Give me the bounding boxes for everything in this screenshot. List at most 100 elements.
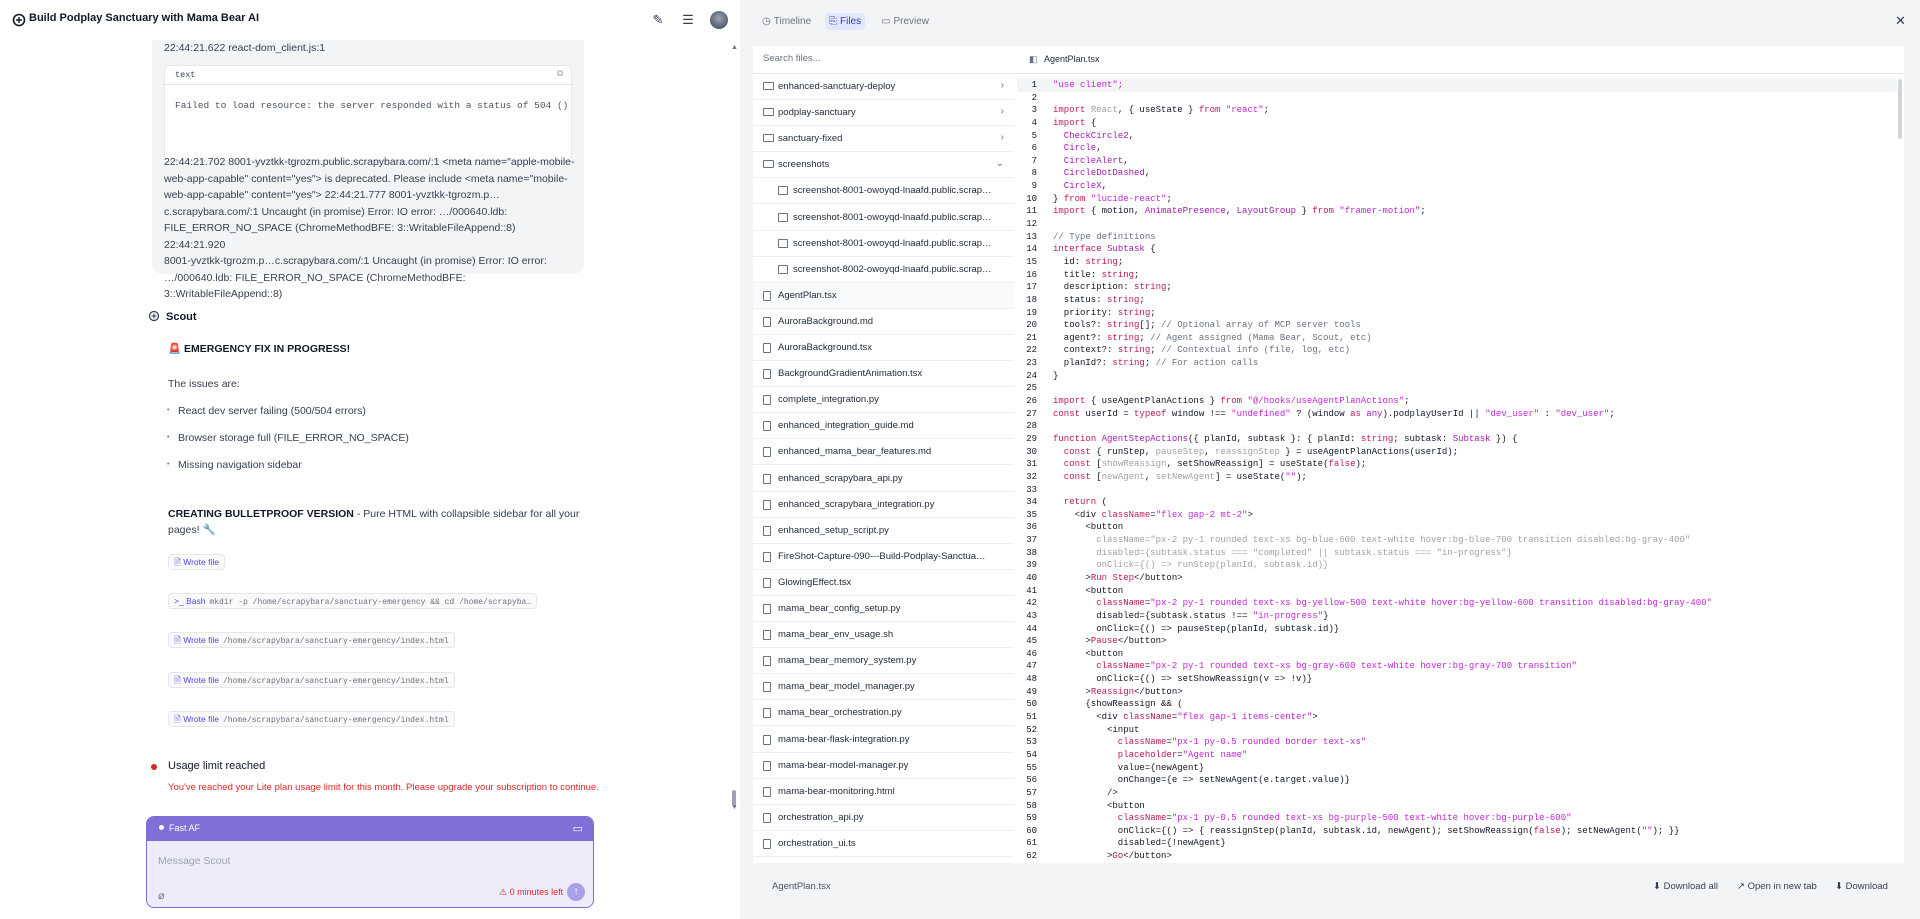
tab-preview[interactable]: ▭ Preview (877, 13, 933, 30)
code-line: 22 context?: string; // Contextual info … (1017, 344, 1897, 357)
folder-item[interactable]: podplay-sanctuary › (753, 100, 1014, 127)
code-token: ; (1134, 269, 1140, 280)
scroll-up-icon[interactable]: ▲ (731, 44, 738, 52)
file-item[interactable]: enhanced_scrapybara_integration.py (753, 492, 1014, 518)
file-item[interactable]: mama_bear_config_setup.py (753, 596, 1014, 622)
line-number: 27 (1026, 408, 1037, 419)
file-tree: Search files... enhanced-sanctuary-deplo… (753, 46, 1030, 863)
message-input[interactable]: Message Scout (158, 855, 230, 867)
code-token: as (1350, 408, 1367, 419)
tab-timeline[interactable]: ◷ Timeline (758, 13, 815, 30)
file-item[interactable]: mama_bear_model_manager.py (753, 674, 1014, 701)
folder-item[interactable]: enhanced-sanctuary-deploy › (753, 74, 1014, 100)
file-item[interactable]: screenshot-8001-owoyqd-lnaafd.public.scr… (753, 231, 1014, 257)
line-number: 16 (1026, 269, 1037, 280)
code-text: <button (1053, 648, 1123, 661)
copy-icon[interactable]: ⧉ (557, 69, 563, 79)
file-item[interactable]: screenshot-8001-owoyqd-lnaafd.public.scr… (753, 178, 1014, 205)
line-number: 50 (1026, 699, 1037, 710)
action-chip[interactable]: 🗎 Wrote file (168, 554, 225, 570)
file-item[interactable]: mama-bear-model-manager.py (753, 753, 1014, 779)
file-item[interactable]: mama_bear_memory_system.py (753, 648, 1014, 675)
code-line: 1 "use client"; (1017, 79, 1897, 92)
folder-item[interactable]: screenshots ⌄ (753, 152, 1014, 179)
file-item[interactable]: enhanced_scrapybara_api.py (753, 466, 1014, 492)
file-item[interactable]: AgentPlan.tsx (753, 282, 1014, 309)
file-item[interactable]: mama-bear-monitoring.html (753, 779, 1014, 805)
line-number: 17 (1026, 282, 1037, 293)
file-item[interactable]: GlowingEffect.tsx (753, 570, 1014, 596)
code-token: reassignStep (1215, 446, 1280, 457)
file-icon (763, 682, 773, 693)
code-token: "@/hooks/useAgentPlanActions" (1247, 396, 1405, 407)
code-token: showReassign (1101, 459, 1167, 470)
line-number: 19 (1026, 307, 1037, 318)
file-item[interactable]: enhanced_setup_script.py (753, 518, 1014, 544)
code-token: Reassign (1090, 686, 1135, 697)
code-text: id: string; (1053, 256, 1123, 269)
attach-icon[interactable]: ⌀ (158, 889, 165, 902)
scroll-thumb[interactable] (1898, 79, 1902, 139)
file-item[interactable]: complete_integration.py (753, 387, 1014, 414)
code-token: "px-1 py-0.5 rounded border text-xs" (1171, 737, 1367, 748)
file-item[interactable]: AuroraBackground.tsx (753, 335, 1014, 361)
code-line: 4 import { (1017, 117, 1897, 130)
code-token: "dev_user" (1555, 408, 1610, 419)
chevron-right-icon[interactable]: › (1001, 106, 1004, 117)
download-button[interactable]: ⬇ Download (1835, 881, 1888, 892)
chat-scrollbar[interactable]: ▲ ▼ (731, 40, 738, 816)
monitor-icon[interactable]: ▭ (573, 822, 583, 835)
file-item[interactable]: mama_bear_orchestration.py (753, 700, 1014, 727)
code-content: Failed to load resource: the server resp… (175, 100, 569, 111)
file-item[interactable]: enhanced_integration_guide.md (753, 413, 1014, 440)
file-item[interactable]: orchestration_ui.ts (753, 831, 1014, 857)
action-chip[interactable]: 🗎 Wrote file/home/scrapybara/sanctuary-e… (168, 672, 455, 688)
code-line: 42 className="px-2 py-1 rounded text-xs … (1017, 597, 1897, 610)
send-button[interactable]: ↑ (567, 883, 585, 901)
action-chip[interactable]: 🗎 Wrote file/home/scrapybara/sanctuary-e… (168, 711, 455, 727)
file-item[interactable]: mama-bear-flask-integration.py (753, 727, 1014, 753)
tab-files[interactable]: ⎘ Files (825, 13, 866, 30)
file-item[interactable]: orchestration_api.py (753, 805, 1014, 831)
file-item[interactable]: mama_bear_env_usage.sh (753, 622, 1014, 649)
search-input[interactable]: Search files... (753, 46, 1030, 74)
line-number: 12 (1026, 219, 1037, 230)
emergency-heading: 🚨 EMERGENCY FIX IN PROGRESS! (168, 343, 351, 355)
file-item[interactable]: screenshot-8002-owoyqd-lnaafd.public.scr… (753, 257, 1014, 283)
code-line: 40 >Run Step</button> (1017, 572, 1897, 585)
chevron-right-icon[interactable]: › (1001, 80, 1004, 91)
chevron-right-icon[interactable]: › (1001, 132, 1004, 143)
line-number: 29 (1026, 433, 1037, 444)
file-item[interactable]: BackgroundGradientAnimation.tsx (753, 361, 1014, 388)
line-number: 62 (1026, 851, 1037, 862)
files-panel: ◷ Timeline ⎘ Files ▭ Preview ✕ Search files… (740, 0, 1920, 919)
editor-scrollbar[interactable] (1897, 74, 1903, 863)
page-title: Build Podplay Sanctuary with Mama Bear A… (29, 12, 260, 24)
file-name: orchestration_api.py (778, 811, 864, 823)
file-icon (763, 551, 773, 562)
file-item[interactable]: screenshot-8001-owoyqd-lnaafd.public.scr… (753, 205, 1014, 231)
open-new-tab-button[interactable]: ↗ Open in new tab (1737, 881, 1817, 892)
file-item[interactable]: FireShot-Capture-090---Build-Podplay-San… (753, 544, 1014, 570)
avatar[interactable] (710, 11, 728, 29)
code-view[interactable]: 1 "use client"; 2 3 import React, { useState… (1017, 79, 1897, 863)
sidebar-list-icon[interactable]: ☰ (681, 13, 695, 27)
code-token: </button> (1117, 636, 1167, 647)
download-all-button[interactable]: ⬇ Download all (1653, 881, 1718, 892)
mode-selector[interactable]: Fast AF (159, 823, 200, 833)
code-token: typeof (1134, 408, 1172, 419)
file-item[interactable]: enhanced_mama_bear_features.md (753, 439, 1014, 466)
edit-icon[interactable]: ✎ (651, 13, 665, 27)
scroll-down-icon[interactable]: ▼ (731, 804, 738, 812)
file-icon (763, 604, 773, 614)
code-token: Run Step (1090, 572, 1135, 583)
line-number: 18 (1026, 294, 1037, 305)
action-chip[interactable]: 🗎 Wrote file/home/scrapybara/sanctuary-e… (168, 632, 455, 648)
file-name: enhanced-sanctuary-deploy (778, 81, 896, 92)
action-chip[interactable]: >_ Bash mkdir -p /home/scrapybara/sanctua… (168, 593, 538, 609)
chevron-down-icon[interactable]: ⌄ (996, 158, 1004, 169)
file-item[interactable]: AuroraBackground.md (753, 309, 1014, 335)
line-number: 54 (1026, 749, 1037, 760)
folder-item[interactable]: sanctuary-fixed › (753, 126, 1014, 153)
close-icon[interactable]: ✕ (1895, 13, 1906, 29)
